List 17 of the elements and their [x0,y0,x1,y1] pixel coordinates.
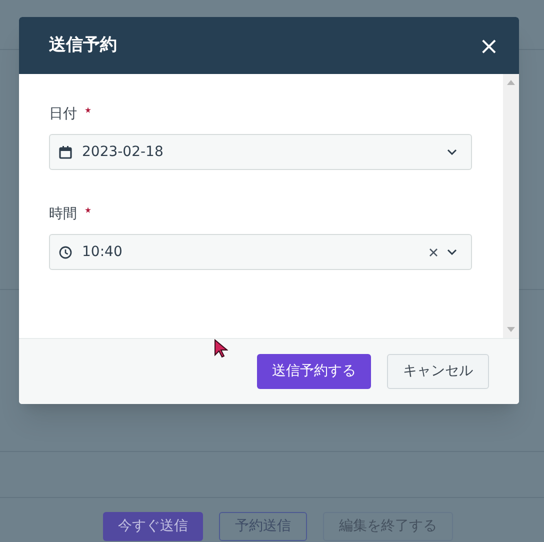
page-button[interactable]: 今すぐ送信 [103,512,203,541]
clear-icon[interactable] [429,248,438,256]
chevron-down-icon[interactable] [447,249,457,255]
close-button[interactable]: × [478,34,499,58]
field-label: 日付 [49,105,77,124]
field-value: 2023-02-18 [82,142,164,162]
calendar-icon [59,146,72,158]
mouse-cursor-icon [214,339,228,358]
time-field[interactable]: 10:40 [49,234,472,270]
dialog-title: 送信予約 [49,34,117,57]
schedule-button[interactable]: 送信予約する [257,354,371,389]
field-label: 時間 [49,205,77,224]
field-value: 10:40 [82,242,124,262]
date-field[interactable]: 2023-02-18 [49,134,472,170]
clock-icon [59,246,72,258]
chevron-down-icon[interactable] [447,149,457,155]
cancel-button[interactable]: キャンセル [387,354,489,389]
